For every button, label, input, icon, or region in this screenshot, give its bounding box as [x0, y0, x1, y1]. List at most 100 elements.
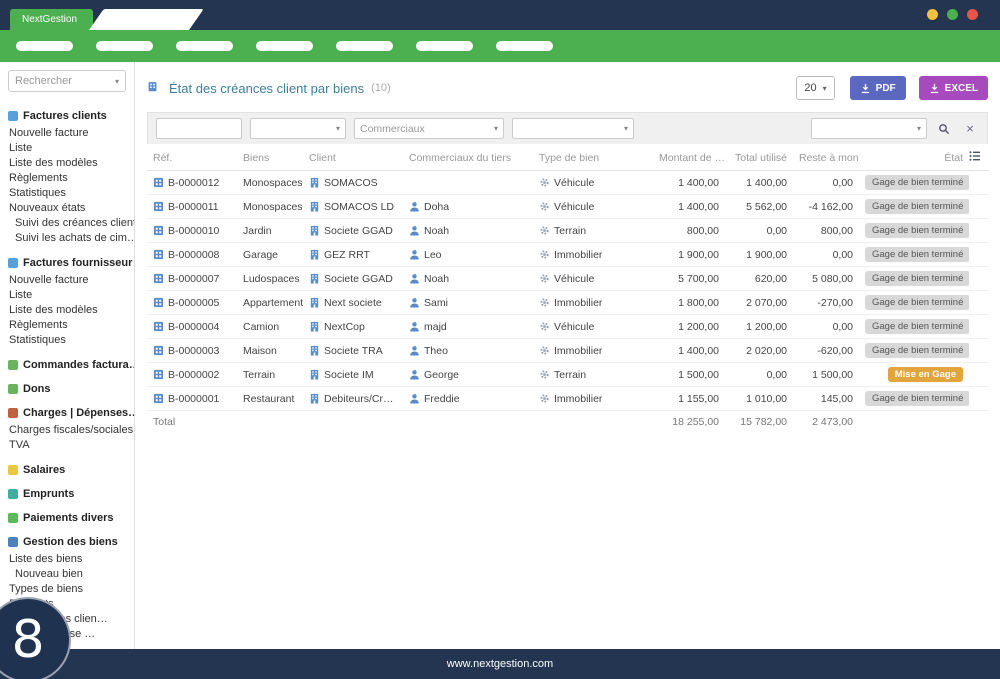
person-icon [409, 225, 420, 236]
sidebar-section-7[interactable]: Paiements divers [8, 512, 130, 524]
table-row[interactable]: B-0000005 Appartement Next societe Sami Immo… [147, 290, 989, 315]
col-commerciaux[interactable]: Commerciaux du tiers [403, 144, 533, 171]
col-reste[interactable]: Reste à mon… [793, 144, 859, 171]
creances-table: Réf. Biens Client Commerciaux du tiers T… [147, 144, 989, 433]
reste-cell: -4 162,00 [793, 194, 859, 219]
table-row[interactable]: B-0000007 Ludospaces Societe GGAD Noah Véhic… [147, 266, 989, 291]
type-cell: Immobilier [554, 392, 603, 405]
table-row[interactable]: B-0000008 Garage GEZ RRT Leo Immobilier 1 900… [147, 242, 989, 267]
col-etat[interactable]: État [859, 144, 969, 171]
table-row[interactable]: B-0000003 Maison Societe TRA Theo Immobilier… [147, 338, 989, 363]
col-biens[interactable]: Biens [237, 144, 303, 171]
sidebar-item[interactable]: Types de biens [8, 581, 130, 596]
download-icon [860, 83, 871, 94]
sidebar-item[interactable]: Nouvelle facture [8, 272, 130, 287]
search-icon[interactable] [935, 120, 953, 138]
main-content: État des créances client par biens (10) … [135, 62, 1000, 649]
page-title: État des créances client par biens [169, 80, 365, 96]
sidebar-item[interactable]: Liste des biens [8, 551, 130, 566]
sidebar-section-4[interactable]: Charges | Dépenses… [8, 407, 134, 419]
page-size-select[interactable]: 20 ▾ [796, 76, 835, 100]
person-icon [409, 297, 420, 308]
sidebar-item[interactable]: Nouveaux états [8, 200, 130, 215]
table-row[interactable]: B-0000011 Monospaces SOMACOS LD Doha Véhicul… [147, 194, 989, 219]
filter-ref-input[interactable] [156, 118, 242, 139]
montant-cell: 1 400,00 [653, 194, 725, 219]
table-row[interactable]: B-0000002 Terrain Societe IM George Terrain 1… [147, 362, 989, 387]
company-icon [309, 249, 320, 260]
menubar-item-pill[interactable] [16, 41, 73, 51]
gear-icon [539, 273, 550, 284]
sidebar-item[interactable]: Liste [8, 287, 130, 302]
sidebar-item[interactable]: Règlements [8, 317, 130, 332]
sidebar-section-8[interactable]: Gestion des biens [8, 536, 130, 548]
ref-cell: B-0000003 [168, 344, 220, 357]
sidebar-item[interactable]: Règlements [8, 170, 130, 185]
sidebar-item[interactable]: Liste [8, 140, 130, 155]
sidebar-item[interactable]: TVA [8, 437, 130, 452]
sidebar-item[interactable]: Nouveau bien [8, 566, 130, 581]
chevron-down-icon: ▾ [822, 83, 827, 93]
menubar-item-pill[interactable] [496, 41, 553, 51]
sidebar-item[interactable]: Charges fiscales/sociales [8, 422, 133, 437]
charges-icon [8, 408, 18, 418]
sidebar-section-2[interactable]: Commandes factura… [8, 359, 134, 371]
company-icon [309, 369, 320, 380]
montant-cell: 1 400,00 [653, 170, 725, 195]
menubar-item-pill[interactable] [96, 41, 153, 51]
col-type[interactable]: Type de bien [533, 144, 653, 171]
sidebar-section-5[interactable]: Salaires [8, 464, 130, 476]
sidebar-section-6[interactable]: Emprunts [8, 488, 130, 500]
clear-filters-icon[interactable]: × [961, 120, 979, 138]
sidebar-section-1[interactable]: Factures fournisseur [8, 257, 132, 269]
filter-biens-select[interactable]: ▾ [250, 118, 346, 139]
menubar-item-pill[interactable] [256, 41, 313, 51]
sidebar-section-label: Factures clients [23, 110, 107, 122]
client-cell: Debiteurs/Crediteur [324, 392, 397, 405]
sidebar-item[interactable]: Liste des modèles [8, 302, 130, 317]
gear-icon [539, 345, 550, 356]
montant-cell: 1 155,00 [653, 386, 725, 411]
sidebar-item[interactable]: Statistiques [8, 185, 130, 200]
brand-tab[interactable]: NextGestion [10, 9, 94, 30]
col-ref[interactable]: Réf. [147, 144, 237, 171]
sidebar-item[interactable]: Suivi des créances client [8, 215, 134, 230]
utilise-cell: 1 400,00 [725, 170, 793, 195]
status-badge: Gage de bien terminé [865, 271, 969, 286]
table-filter-bar: ▾ Commerciaux ▾ ▾ ▾ × [147, 112, 988, 144]
sidebar-item[interactable]: Statistiques [8, 332, 130, 347]
menubar-item-pill[interactable] [416, 41, 473, 51]
type-cell: Terrain [554, 368, 587, 381]
menubar-item-pill[interactable] [176, 41, 233, 51]
col-total-utilise[interactable]: Total utilisé [725, 144, 793, 171]
table-row[interactable]: B-0000012 Monospaces SOMACOS Véhicule 1 400,… [147, 170, 989, 195]
window-dot-red[interactable] [967, 9, 978, 20]
sidebar-item[interactable]: Liste des modèles [8, 155, 130, 170]
table-row[interactable]: B-0000004 Camion NextCop majd Véhicule 1 200,… [147, 314, 989, 339]
filter-type-select[interactable]: ▾ [512, 118, 634, 139]
table-row[interactable]: B-0000010 Jardin Societe GGAD Noah Terrain 80… [147, 218, 989, 243]
type-cell: Immobilier [554, 248, 603, 261]
person-icon [409, 345, 420, 356]
col-client[interactable]: Client [303, 144, 403, 171]
table-row[interactable]: B-0000001 Restaurant Debiteurs/Crediteur Fr… [147, 386, 989, 411]
sidebar-item[interactable]: Suivi les achats de cim… [8, 230, 134, 245]
window-dot-green[interactable] [947, 9, 958, 20]
company-icon [309, 177, 320, 188]
sidebar-section-label: Commandes factura… [23, 359, 135, 371]
commercial-cell: Sami [424, 296, 448, 309]
filter-commercial-select[interactable]: Commerciaux ▾ [354, 118, 504, 139]
export-excel-button[interactable]: EXCEL [918, 76, 988, 100]
sidebar-item[interactable]: Nouvelle facture [8, 125, 130, 140]
sidebar-search-select[interactable]: Rechercher ▾ [8, 70, 126, 92]
filter-etat-select[interactable]: ▾ [811, 118, 927, 139]
export-pdf-button[interactable]: PDF [849, 76, 906, 100]
menubar-item-pill[interactable] [336, 41, 393, 51]
sidebar-section-0[interactable]: Factures clients [8, 110, 130, 122]
list-view-icon[interactable] [969, 144, 989, 171]
status-badge: Gage de bien terminé [865, 247, 969, 262]
col-montant[interactable]: Montant de … [653, 144, 725, 171]
window-dot-yellow[interactable] [927, 9, 938, 20]
client-cell: SOMACOS [324, 176, 378, 189]
sidebar-section-3[interactable]: Dons [8, 383, 130, 395]
